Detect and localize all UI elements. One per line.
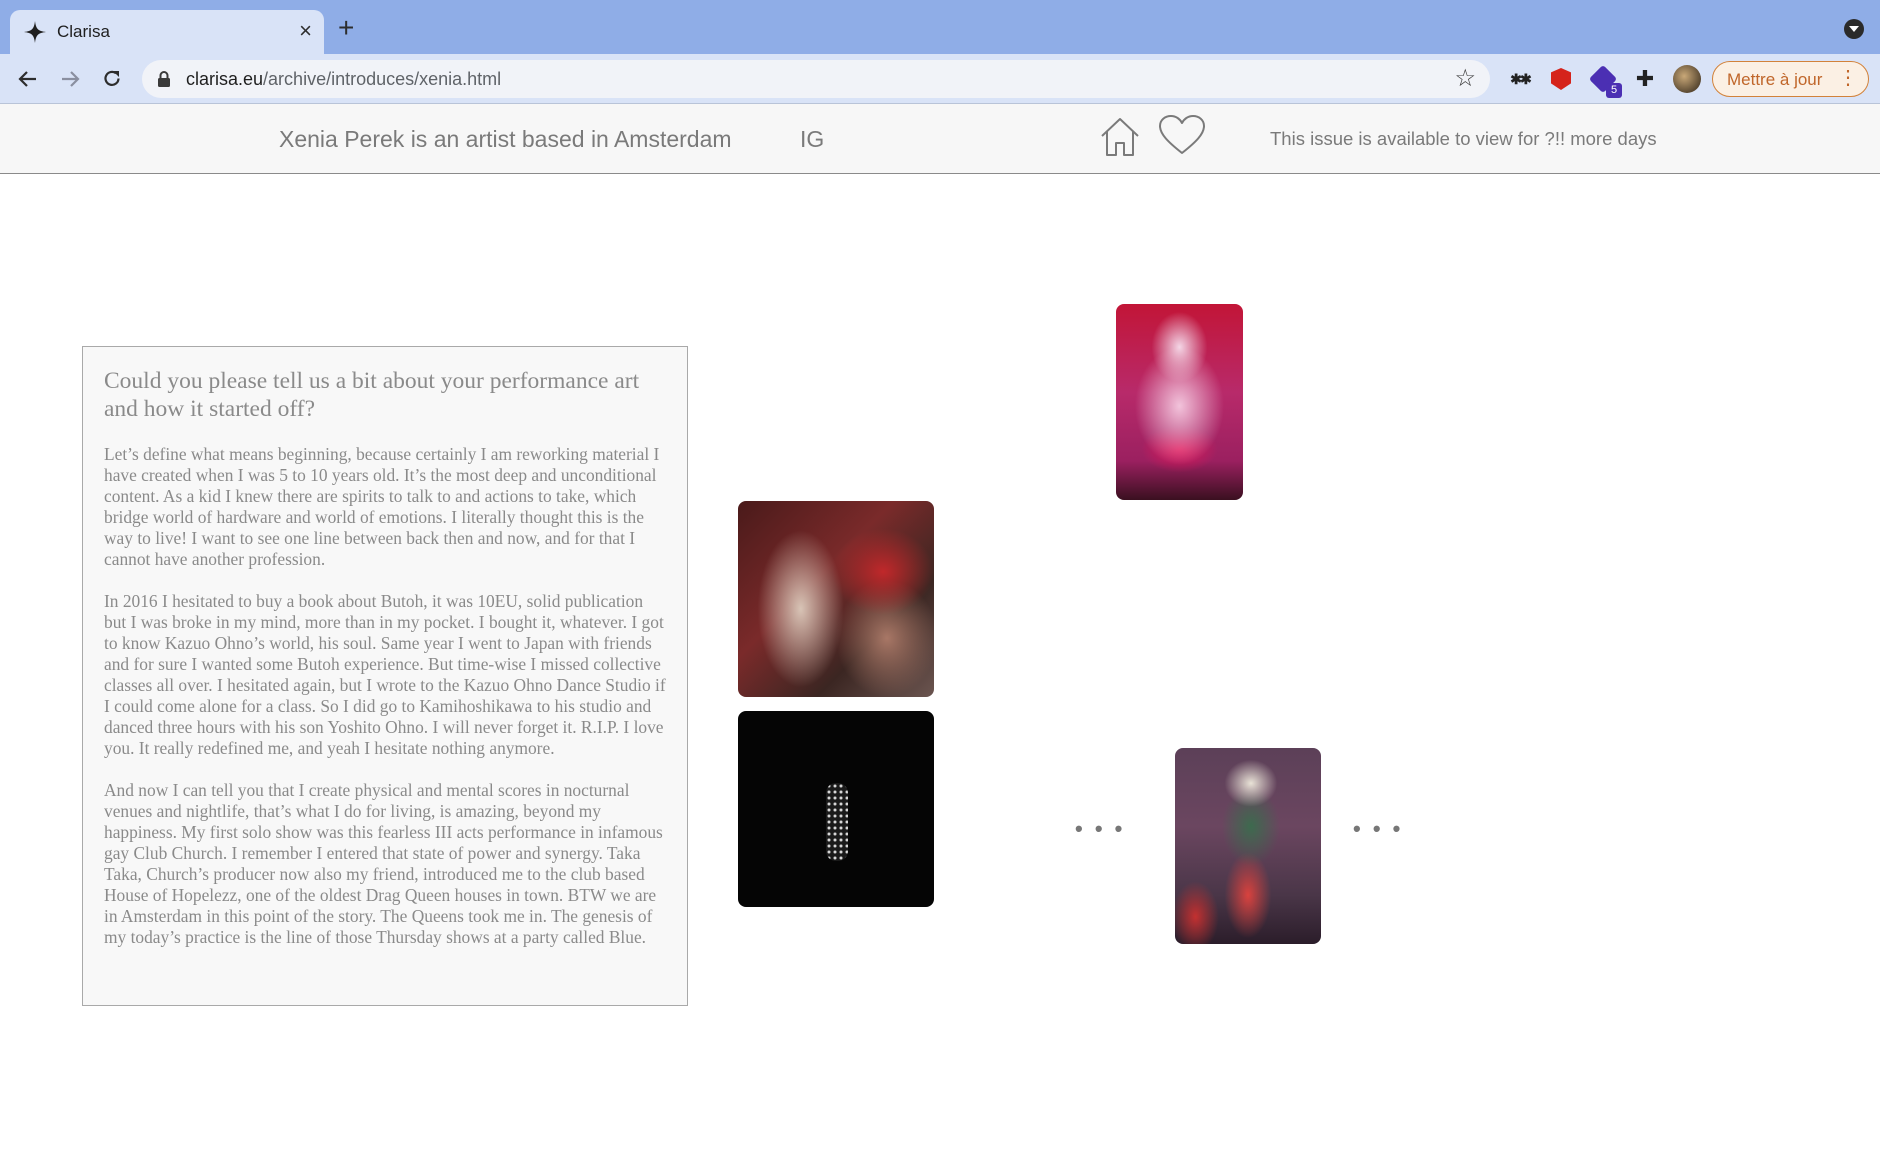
- address-bar[interactable]: clarisa.eu/archive/introduces/xenia.html…: [142, 60, 1490, 98]
- browser-tab-strip: Clarisa × +: [0, 0, 1880, 54]
- availability-notice: This issue is available to view for ?!! …: [1270, 128, 1657, 149]
- update-button[interactable]: Mettre à jour ⋮: [1712, 61, 1869, 97]
- interview-question: Could you please tell us a bit about you…: [104, 368, 640, 422]
- url-text: clarisa.eu/archive/introduces/xenia.html: [186, 69, 501, 90]
- extension-badge: 5: [1606, 83, 1622, 98]
- tab-search-menu-icon[interactable]: [1844, 19, 1864, 39]
- instagram-link[interactable]: IG: [800, 126, 824, 153]
- url-host: clarisa.eu: [186, 69, 264, 89]
- profile-avatar[interactable]: [1673, 65, 1701, 93]
- browser-tab[interactable]: Clarisa ×: [10, 10, 324, 54]
- more-left-indicator[interactable]: • • •: [1075, 816, 1125, 842]
- answer-paragraph: And now I can tell you that I create phy…: [104, 780, 663, 947]
- arrow-right-icon: [62, 71, 80, 87]
- url-path: /archive/introduces/xenia.html: [263, 69, 502, 89]
- answer-paragraph: Let’s define what means beginning, becau…: [104, 444, 660, 569]
- sparkle-favicon-icon: [24, 21, 46, 43]
- back-button[interactable]: [13, 64, 43, 94]
- more-menu-icon: ⋮: [1838, 67, 1858, 89]
- performance-photo-dark-stage[interactable]: [738, 711, 934, 907]
- tab-title: Clarisa: [57, 22, 110, 41]
- extensions-puzzle-icon[interactable]: ✚: [1632, 66, 1658, 92]
- reload-icon: [104, 70, 120, 87]
- forward-button[interactable]: [55, 64, 85, 94]
- arrow-left-icon: [18, 71, 36, 87]
- browser-toolbar: clarisa.eu/archive/introduces/xenia.html…: [0, 54, 1880, 104]
- site-header: Xenia Perek is an artist based in Amster…: [0, 104, 1880, 174]
- home-icon[interactable]: [1099, 116, 1141, 158]
- answer-paragraph: In 2016 I hesitated to buy a book about …: [104, 591, 666, 758]
- artist-title: Xenia Perek is an artist based in Amster…: [279, 126, 732, 152]
- extension-keys-icon[interactable]: ✱✱: [1507, 66, 1533, 92]
- update-label: Mettre à jour: [1727, 70, 1823, 89]
- heart-icon[interactable]: [1158, 114, 1206, 156]
- more-right-indicator[interactable]: • • •: [1353, 816, 1403, 842]
- performance-photo-pole[interactable]: [1175, 748, 1321, 944]
- interview-card: Could you please tell us a bit about you…: [82, 346, 688, 1006]
- performance-photo-red-stage[interactable]: [1116, 304, 1243, 500]
- new-tab-button[interactable]: +: [338, 14, 354, 42]
- reload-button[interactable]: [97, 64, 127, 94]
- performance-photo-makeup[interactable]: [738, 501, 934, 697]
- tab-close-icon[interactable]: ×: [299, 18, 312, 44]
- star-icon[interactable]: ☆: [1454, 66, 1476, 92]
- lock-icon: [158, 71, 170, 87]
- ublock-extension-icon[interactable]: [1548, 66, 1574, 92]
